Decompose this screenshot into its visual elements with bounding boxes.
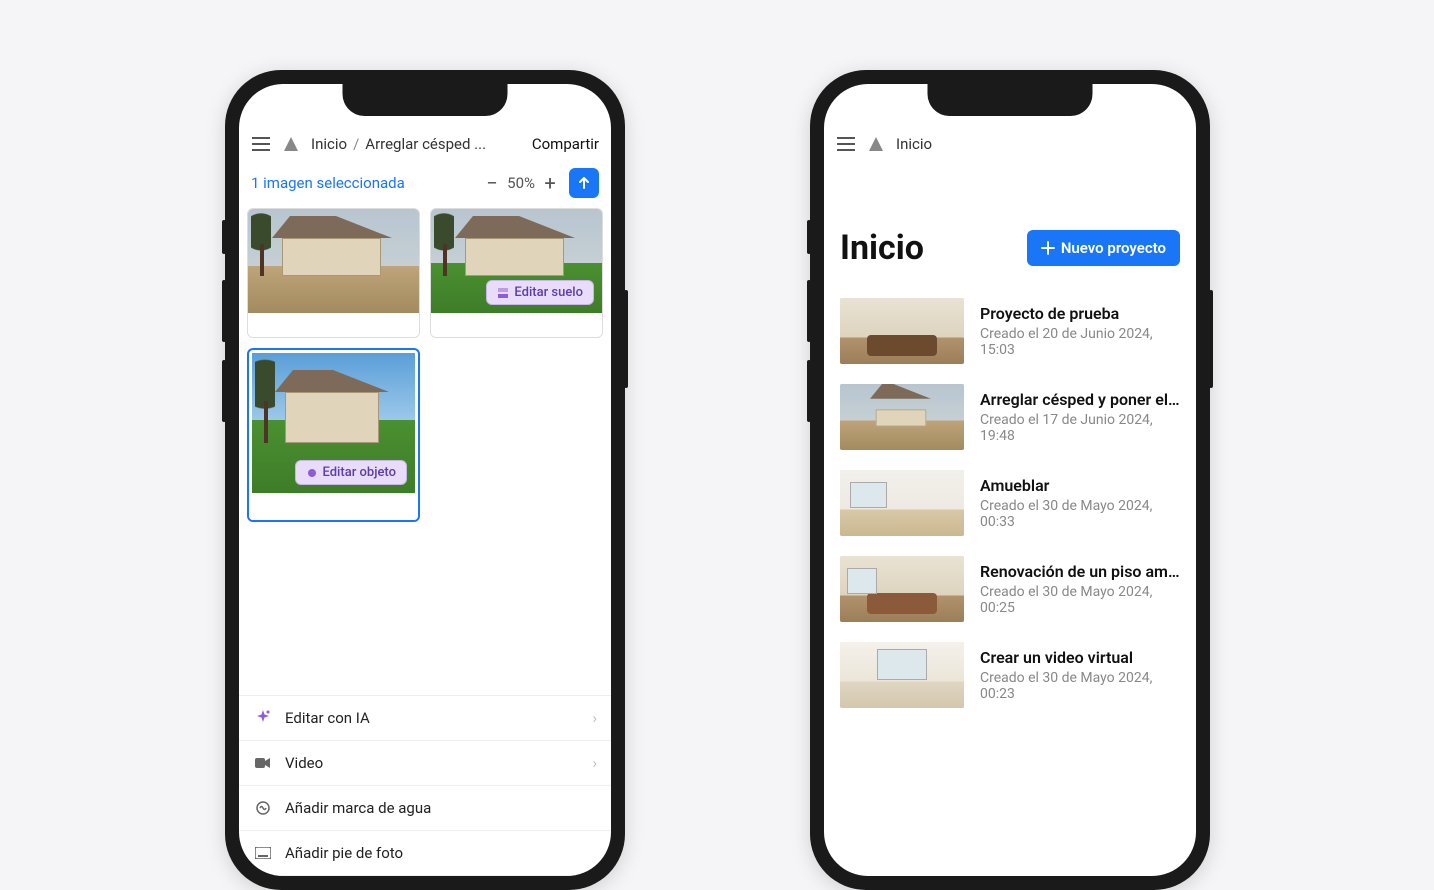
image-card[interactable]: Editar suelo xyxy=(430,208,603,338)
project-meta: Creado el 30 de Mayo 2024, 00:23 xyxy=(980,670,1180,702)
share-button[interactable]: Compartir xyxy=(532,135,599,153)
project-name: Crear un video virtual xyxy=(980,648,1180,667)
project-meta: Creado el 20 de Junio 2024, 15:03 xyxy=(980,326,1180,358)
project-name: Amueblar xyxy=(980,476,1180,495)
menu-icon[interactable] xyxy=(836,134,856,154)
page-title: Inicio xyxy=(840,228,1027,268)
edit-tag-label: Editar objeto xyxy=(323,465,397,480)
action-edit-ai[interactable]: Editar con IA › xyxy=(239,696,611,741)
action-list: Editar con IA › Video › Añadir marca de … xyxy=(239,695,611,876)
phone-mockup-editor: Inicio / Arreglar césped ... Compartir 1… xyxy=(225,70,625,890)
action-label: Editar con IA xyxy=(285,709,370,727)
action-caption[interactable]: Añadir pie de foto xyxy=(239,831,611,876)
new-project-label: Nuevo proyecto xyxy=(1061,239,1166,257)
zoom-value: 50% xyxy=(507,174,535,192)
project-meta: Creado el 30 de Mayo 2024, 00:33 xyxy=(980,498,1180,530)
breadcrumb: Inicio / Arreglar césped ... xyxy=(311,135,522,153)
project-meta: Creado el 17 de Junio 2024, 19:48 xyxy=(980,412,1180,444)
chevron-right-icon: › xyxy=(592,754,597,772)
project-thumb xyxy=(840,384,964,450)
new-project-button[interactable]: Nuevo proyecto xyxy=(1027,230,1180,266)
phone-mockup-projects: Inicio Inicio Nuevo proyecto Proyecto de… xyxy=(810,70,1210,890)
page-header: Inicio Nuevo proyecto xyxy=(824,168,1196,288)
project-item[interactable]: Arreglar césped y poner el cie... Creado… xyxy=(824,374,1196,460)
action-video[interactable]: Video › xyxy=(239,741,611,786)
zoom-control: − 50% + xyxy=(481,172,561,194)
plus-icon xyxy=(1041,241,1055,255)
project-thumb xyxy=(840,470,964,536)
project-name: Proyecto de prueba xyxy=(980,304,1180,323)
watermark-icon xyxy=(253,800,273,816)
edit-floor-tag[interactable]: Editar suelo xyxy=(486,280,594,305)
action-label: Añadir marca de agua xyxy=(285,799,431,817)
project-item[interactable]: Renovación de un piso amueb... Creado el… xyxy=(824,546,1196,632)
breadcrumb-current[interactable]: Arreglar césped ... xyxy=(365,135,486,153)
image-grid: Editar suelo Editar objeto xyxy=(239,208,611,522)
project-item[interactable]: Proyecto de prueba Creado el 20 de Junio… xyxy=(824,288,1196,374)
zoom-out-button[interactable]: − xyxy=(481,172,503,194)
project-item[interactable]: Amueblar Creado el 30 de Mayo 2024, 00:3… xyxy=(824,460,1196,546)
action-label: Añadir pie de foto xyxy=(285,844,403,862)
project-name: Arreglar césped y poner el cie... xyxy=(980,390,1180,409)
project-thumb xyxy=(840,298,964,364)
topbar: Inicio xyxy=(824,134,1196,168)
menu-icon[interactable] xyxy=(251,134,271,154)
project-thumb xyxy=(840,642,964,708)
video-icon xyxy=(253,757,273,769)
action-label: Video xyxy=(285,754,323,772)
zoom-in-button[interactable]: + xyxy=(539,172,561,194)
breadcrumb-home[interactable]: Inicio xyxy=(311,135,347,153)
breadcrumb-separator: / xyxy=(353,135,359,153)
app-logo-icon xyxy=(866,134,886,154)
app-logo-icon xyxy=(281,134,301,154)
breadcrumb-home[interactable]: Inicio xyxy=(896,135,932,153)
edit-object-tag[interactable]: Editar objeto xyxy=(295,460,408,485)
chevron-right-icon: › xyxy=(592,709,597,727)
project-thumb xyxy=(840,556,964,622)
selection-count[interactable]: 1 imagen seleccionada xyxy=(251,174,473,192)
selection-bar: 1 imagen seleccionada − 50% + xyxy=(239,168,611,208)
project-meta: Creado el 30 de Mayo 2024, 00:25 xyxy=(980,584,1180,616)
image-card-selected[interactable]: Editar objeto xyxy=(247,348,420,522)
edit-tag-label: Editar suelo xyxy=(514,285,583,300)
caption-icon xyxy=(253,847,273,859)
upload-button[interactable] xyxy=(569,168,599,198)
image-card[interactable] xyxy=(247,208,420,338)
project-list: Proyecto de prueba Creado el 20 de Junio… xyxy=(824,288,1196,718)
action-watermark[interactable]: Añadir marca de agua xyxy=(239,786,611,831)
topbar: Inicio / Arreglar césped ... Compartir xyxy=(239,134,611,168)
project-item[interactable]: Crear un video virtual Creado el 30 de M… xyxy=(824,632,1196,718)
sparkle-icon xyxy=(253,710,273,726)
project-name: Renovación de un piso amueb... xyxy=(980,562,1180,581)
